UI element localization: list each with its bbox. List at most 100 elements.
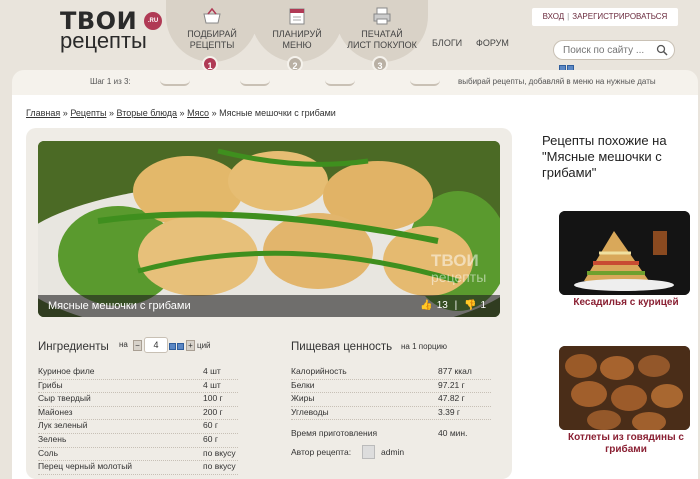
step-1-indicator: 1 bbox=[202, 56, 218, 72]
similar-recipe-thumb-2[interactable] bbox=[559, 346, 690, 430]
ingredient-name: Лук зеленый bbox=[38, 420, 90, 431]
similar-recipe-link-1[interactable]: Кесадилья с курицей bbox=[551, 297, 700, 309]
tab-line2: лист покупок bbox=[347, 40, 417, 50]
nutrition-row: Калорийность 877 ккал bbox=[291, 366, 491, 380]
recipe-photo[interactable]: ТВОИ рецепты Мясные мешочки с грибами 👍 1… bbox=[38, 141, 500, 317]
ingredient-row: Лук зеленый 60 г bbox=[38, 420, 238, 434]
nutrition-row: Белки 97.21 г bbox=[291, 379, 491, 394]
similar-recipe-image-1 bbox=[559, 211, 690, 295]
breadcrumb-sep: » bbox=[108, 108, 114, 118]
rating: 👍 13 | 👎 1 bbox=[418, 295, 488, 317]
portions-input[interactable]: 4 bbox=[144, 337, 168, 353]
tab-print-shopping-list[interactable]: печатай лист покупок bbox=[336, 0, 428, 62]
search-icon[interactable] bbox=[656, 44, 668, 56]
tab-line1: печатай bbox=[361, 29, 403, 39]
similar-recipe-image-2 bbox=[559, 346, 690, 430]
nutrition-name: Углеводы bbox=[291, 406, 331, 417]
tab-line2: меню bbox=[282, 40, 312, 50]
watermark-bottom: рецепты bbox=[431, 269, 487, 285]
portion-prefix: на bbox=[119, 340, 128, 349]
decrease-portions-button[interactable]: − bbox=[133, 340, 142, 351]
small-square-icon bbox=[177, 343, 184, 350]
ingredient-name: Сыр твердый bbox=[38, 393, 93, 404]
arrow-decoration bbox=[160, 80, 190, 86]
likes-count: 13 bbox=[436, 300, 448, 311]
printer-icon bbox=[373, 7, 391, 25]
ingredient-row: Зелень 60 г bbox=[38, 433, 238, 448]
ingredients-list: Куриное филе 4 шт Грибы 4 шт Сыр твердый 10… bbox=[38, 366, 238, 475]
ingredient-amount: 200 г bbox=[203, 406, 223, 417]
ingredient-name: Соль bbox=[38, 447, 61, 458]
nutrition-value: 877 ккал bbox=[438, 366, 472, 376]
breadcrumb-main-dishes[interactable]: Вторые блюда bbox=[117, 108, 178, 118]
breadcrumb-sep: » bbox=[211, 108, 217, 118]
basket-icon bbox=[203, 7, 221, 24]
register-link[interactable]: Зарегистрироваться bbox=[572, 12, 667, 21]
ingredient-amount: 4 шт bbox=[203, 366, 221, 376]
recipe-title: Мясные мешочки с грибами bbox=[48, 300, 191, 312]
ingredient-name: Зелень bbox=[38, 433, 69, 444]
ingredient-row: Соль по вкусу bbox=[38, 447, 238, 462]
step-3-indicator: 3 bbox=[372, 56, 388, 72]
ingredient-row: Грибы 4 шт bbox=[38, 379, 238, 394]
avatar[interactable] bbox=[362, 445, 375, 459]
thumbs-up-icon[interactable]: 👍 bbox=[420, 300, 432, 311]
similar-recipe-link-2[interactable]: Котлеты из говядины с грибами bbox=[551, 432, 700, 456]
ingredient-amount: 60 г bbox=[203, 433, 218, 444]
ingredient-row: Сыр твердый 100 г bbox=[38, 393, 238, 407]
arrow-decoration bbox=[410, 80, 440, 86]
nav-link-forum[interactable]: Форум bbox=[476, 38, 509, 48]
auth-bar: Вход | Зарегистрироваться bbox=[532, 8, 678, 26]
ingredient-name: Грибы bbox=[38, 379, 65, 390]
site-logo[interactable]: ТВОИ рецепты .RU bbox=[60, 8, 162, 52]
ingredient-row: Перец черный молотый по вкусу bbox=[38, 461, 238, 475]
breadcrumb-sep: » bbox=[179, 108, 185, 118]
search-box bbox=[553, 40, 675, 60]
tab-line2: рецепты bbox=[189, 40, 235, 50]
author-name[interactable]: admin bbox=[381, 447, 404, 457]
tab-plan-menu[interactable]: планируй меню bbox=[251, 0, 343, 62]
ingredient-name: Перец черный молотый bbox=[38, 461, 135, 472]
nutrition-value: 47.82 г bbox=[438, 393, 465, 404]
tab-line1: планируй bbox=[272, 29, 322, 39]
nutrition-name: Жиры bbox=[291, 393, 317, 404]
increase-portions-button[interactable]: + bbox=[186, 340, 195, 351]
photo-caption: Мясные мешочки с грибами 👍 13 | 👎 1 bbox=[38, 295, 500, 317]
recipe-photo-image bbox=[38, 141, 500, 317]
keyboard-toggle[interactable] bbox=[169, 341, 185, 353]
ingredient-amount: по вкусу bbox=[203, 447, 236, 458]
thumbs-down-icon[interactable]: 👎 bbox=[464, 300, 476, 311]
nutrition-title: Пищевая ценность bbox=[291, 341, 393, 353]
nav-link-blogs[interactable]: Блоги bbox=[432, 38, 462, 48]
small-square-icon bbox=[169, 343, 176, 350]
breadcrumb-recipes[interactable]: Рецепты bbox=[70, 108, 106, 118]
ingredient-name: Майонез bbox=[38, 406, 75, 417]
ingredients-title: Ингредиенты bbox=[38, 341, 109, 353]
ingredient-amount: 4 шт bbox=[203, 379, 221, 390]
search-input[interactable] bbox=[563, 41, 657, 59]
ingredient-amount: 60 г bbox=[203, 420, 218, 431]
photo-watermark: ТВОИ рецепты bbox=[431, 251, 487, 285]
ingredient-row: Майонез 200 г bbox=[38, 406, 238, 421]
portion-suffix: ций bbox=[197, 341, 211, 350]
cooking-time-value: 40 мин. bbox=[438, 428, 468, 438]
dislikes-count: 1 bbox=[480, 300, 486, 311]
breadcrumb-meat[interactable]: Мясо bbox=[187, 108, 209, 118]
breadcrumb-home[interactable]: Главная bbox=[26, 108, 60, 118]
calendar-icon bbox=[289, 8, 305, 25]
tab-line1: подбирай bbox=[187, 29, 237, 39]
login-link[interactable]: Вход bbox=[543, 12, 565, 21]
nutrition-name: Белки bbox=[291, 379, 317, 390]
step-label: Шаг 1 из 3: bbox=[90, 77, 131, 86]
nutrition-row: Жиры 47.82 г bbox=[291, 393, 491, 407]
ingredient-amount: 100 г bbox=[203, 393, 223, 404]
author-row: Автор рецепта: admin bbox=[291, 445, 404, 459]
nutrition-name: Калорийность bbox=[291, 366, 349, 376]
watermark-top: ТВОИ bbox=[431, 251, 479, 270]
tab-choose-recipes[interactable]: подбирай рецепты bbox=[166, 0, 258, 62]
nutrition-value: 97.21 г bbox=[438, 379, 465, 390]
ingredient-amount: по вкусу bbox=[203, 461, 236, 472]
step-2-indicator: 2 bbox=[287, 56, 303, 72]
nutrition-subtitle: на 1 порцию bbox=[401, 342, 448, 351]
similar-recipe-thumb-1[interactable] bbox=[559, 211, 690, 295]
